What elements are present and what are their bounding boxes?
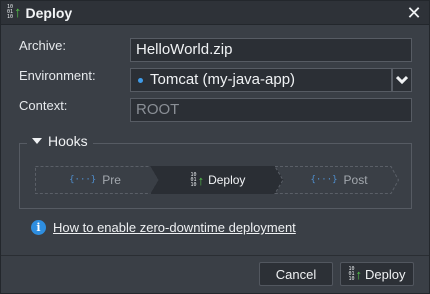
step-pre[interactable]: {···} Pre xyxy=(35,166,155,194)
footer-divider xyxy=(1,255,429,256)
environment-status-dot xyxy=(138,77,143,83)
environment-label: Environment: xyxy=(19,68,96,83)
hooks-title: Hooks xyxy=(48,133,88,149)
context-label: Context: xyxy=(19,98,68,113)
dialog-titlebar: 10 01 10 ↑ Deploy xyxy=(1,1,429,25)
step-deploy-label: Deploy xyxy=(208,173,246,187)
binary-deploy-icon: 10 01 10 ↑ xyxy=(348,265,363,282)
info-row: i How to enable zero-downtime deployment xyxy=(31,220,296,235)
deploy-button[interactable]: 10 01 10 ↑ Deploy xyxy=(340,262,414,286)
binary-deploy-icon: 10 01 10 ↑ xyxy=(7,4,22,21)
context-row: Context: xyxy=(19,98,129,113)
deploy-button-label: Deploy xyxy=(365,266,406,282)
step-deploy[interactable]: 10 01 10 ↑ Deploy xyxy=(159,166,277,194)
ellipsis-braces-icon: {···} xyxy=(69,175,97,185)
hooks-toggle[interactable]: Hooks xyxy=(27,133,93,149)
chevron-down-icon xyxy=(396,75,408,85)
environment-select[interactable]: Tomcat (my-java-app) xyxy=(130,68,392,92)
environment-dropdown-button[interactable] xyxy=(392,68,412,92)
collapse-triangle-icon xyxy=(32,138,42,144)
zero-downtime-link[interactable]: How to enable zero-downtime deployment xyxy=(53,220,296,235)
hooks-steps: {···} Pre 10 01 10 ↑ Deploy {···} Post xyxy=(35,166,399,194)
step-pre-label: Pre xyxy=(102,173,121,187)
close-icon[interactable]: ✕ xyxy=(405,4,423,22)
archive-field[interactable]: HelloWorld.zip xyxy=(130,38,412,62)
environment-row: Environment: xyxy=(19,68,129,83)
info-icon: i xyxy=(31,220,46,235)
cancel-button[interactable]: Cancel xyxy=(259,262,333,286)
environment-value: Tomcat (my-java-app) xyxy=(150,71,296,88)
deploy-dialog: 10 01 10 ↑ Deploy ✕ Archive: HelloWorld.zip… xyxy=(0,0,430,294)
dialog-title: Deploy xyxy=(25,4,73,21)
context-field[interactable]: ROOT xyxy=(130,98,412,122)
archive-label: Archive: xyxy=(19,38,66,53)
step-post-label: Post xyxy=(343,173,368,187)
ellipsis-braces-icon: {···} xyxy=(310,175,338,185)
archive-row: Archive: xyxy=(19,38,129,53)
step-post[interactable]: {···} Post xyxy=(283,166,395,194)
binary-deploy-icon: 10 01 10 ↑ xyxy=(190,171,205,188)
